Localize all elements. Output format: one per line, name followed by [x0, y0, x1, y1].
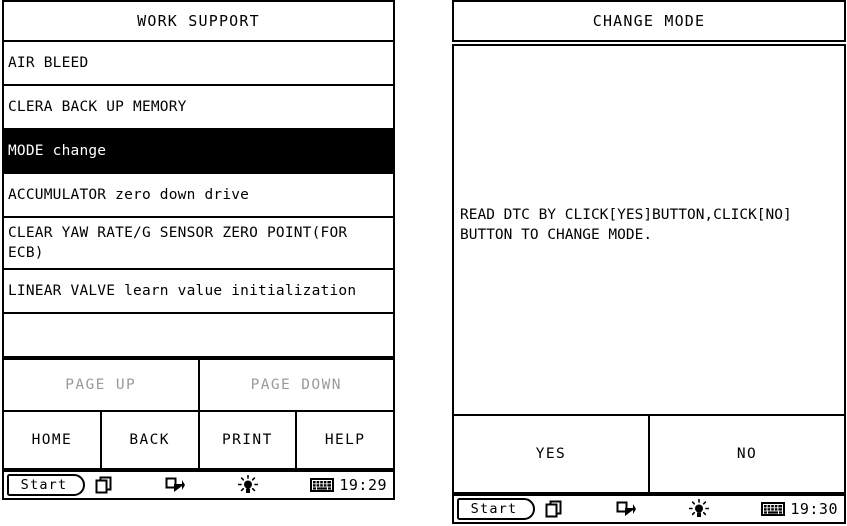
switch-task-icon[interactable] — [616, 497, 636, 521]
back-button[interactable]: BACK — [101, 412, 200, 468]
page-down-label: PAGE DOWN — [250, 377, 342, 393]
list-item[interactable]: CLERA BACK UP MEMORY — [4, 86, 393, 130]
help-label: HELP — [324, 432, 366, 448]
list-item-label: CLEAR YAW RATE/G SENSOR ZERO POINT(FOR E… — [8, 225, 357, 261]
brightness-icon[interactable] — [237, 473, 258, 497]
start-button-label: Start — [20, 477, 68, 493]
page-up-button[interactable]: PAGE UP — [4, 360, 200, 410]
yes-no-row: YES NO — [454, 416, 844, 492]
help-button[interactable]: HELP — [297, 412, 393, 468]
switch-task-icon[interactable] — [165, 473, 186, 497]
no-button[interactable]: NO — [650, 416, 844, 492]
print-button[interactable]: PRINT — [199, 412, 298, 468]
list-item-label: MODE change — [8, 143, 107, 159]
list-item[interactable]: CLEAR YAW RATE/G SENSOR ZERO POINT(FOR E… — [4, 218, 393, 270]
list-item-label: LINEAR VALVE learn value initialization — [8, 283, 357, 299]
message-text: READ DTC BY CLICK[YES]BUTTON,CLICK[NO] B… — [460, 207, 792, 243]
left-device-panel: WORK SUPPORT AIR BLEED CLERA BACK UP MEM… — [2, 0, 395, 524]
page-title: WORK SUPPORT — [137, 12, 260, 30]
page-down-button[interactable]: PAGE DOWN — [199, 360, 393, 410]
list-item-label: ACCUMULATOR zero down drive — [8, 187, 250, 203]
page-button-row: PAGE UP PAGE DOWN — [4, 360, 393, 412]
list-item[interactable]: AIR BLEED — [4, 42, 393, 86]
taskbar-clock[interactable]: 19:30 — [785, 500, 841, 518]
page-title: CHANGE MODE — [592, 12, 706, 30]
list-item-selected[interactable]: MODE change — [4, 130, 393, 174]
home-button[interactable]: HOME — [4, 412, 102, 468]
screenshot-root: WORK SUPPORT AIR BLEED CLERA BACK UP MEM… — [0, 0, 847, 526]
no-label: NO — [736, 446, 758, 462]
print-label: PRINT — [222, 432, 273, 448]
brightness-icon[interactable] — [688, 497, 709, 521]
left-taskbar: Start 19:29 — [2, 470, 395, 500]
back-label: BACK — [129, 432, 170, 448]
taskbar-clock[interactable]: 19:29 — [334, 476, 390, 494]
start-button-label: Start — [470, 501, 518, 517]
yes-button[interactable]: YES — [454, 416, 650, 492]
right-device-panel: CHANGE MODE READ DTC BY CLICK[YES]BUTTON… — [452, 0, 846, 524]
yes-label: YES — [535, 446, 567, 462]
cascading-windows-icon[interactable] — [545, 497, 563, 521]
keyboard-icon[interactable] — [761, 497, 786, 521]
cascading-windows-icon[interactable] — [95, 473, 113, 497]
list-item-label: CLERA BACK UP MEMORY — [8, 99, 187, 115]
message-area: READ DTC BY CLICK[YES]BUTTON,CLICK[NO] B… — [452, 44, 846, 416]
right-title-bar: CHANGE MODE — [452, 0, 846, 42]
list-item-empty[interactable] — [4, 314, 393, 358]
right-taskbar: Start 19:30 — [452, 494, 846, 524]
home-label: HOME — [31, 432, 73, 448]
soft-key-row: HOME BACK PRINT HELP — [4, 412, 393, 468]
page-up-label: PAGE UP — [65, 377, 137, 393]
list-item[interactable]: ACCUMULATOR zero down drive — [4, 174, 393, 218]
list-item[interactable]: LINEAR VALVE learn value initialization — [4, 270, 393, 314]
start-button[interactable]: Start — [457, 498, 535, 520]
left-title-bar: WORK SUPPORT — [2, 0, 395, 42]
right-softkey-block: YES NO — [452, 416, 846, 494]
work-support-list: AIR BLEED CLERA BACK UP MEMORY MODE chan… — [2, 42, 395, 360]
keyboard-icon[interactable] — [310, 473, 335, 497]
start-button[interactable]: Start — [7, 474, 85, 496]
left-softkey-block: PAGE UP PAGE DOWN HOME BACK PRINT HELP — [2, 360, 395, 470]
list-item-label: AIR BLEED — [8, 55, 89, 71]
